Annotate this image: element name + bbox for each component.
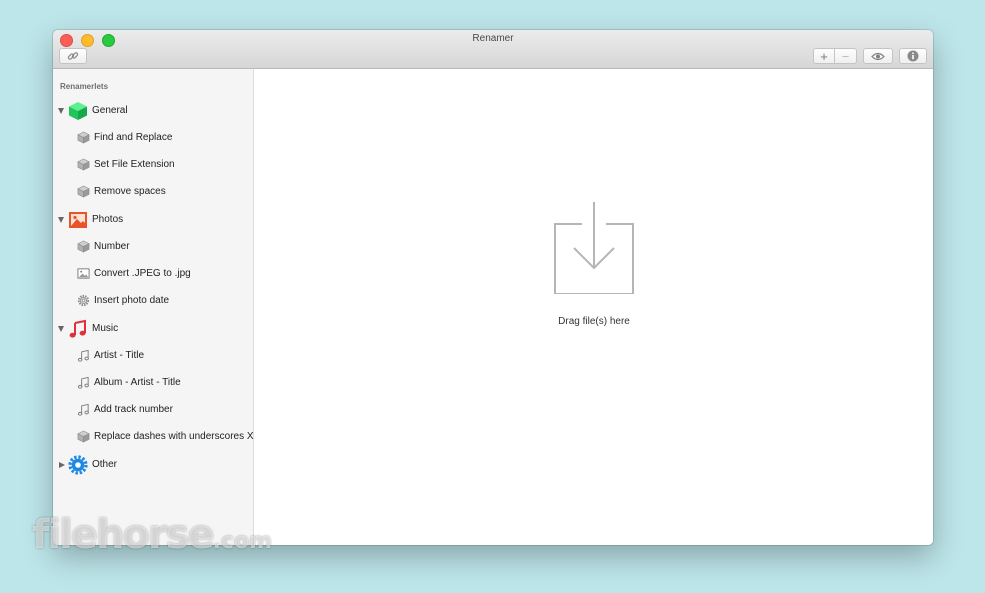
preview-button[interactable] [863, 48, 893, 64]
link-button[interactable] [59, 48, 87, 64]
sidebar-item-label: Insert photo date [94, 295, 170, 306]
disclosure-expanded-icon[interactable] [58, 108, 64, 114]
download-tray-icon [554, 202, 634, 294]
sidebar-item-remove-spaces[interactable]: Remove spaces [53, 181, 253, 203]
image-icon [77, 268, 90, 279]
sidebar-item-label: Number [94, 241, 130, 252]
sidebar-item-replace-dashes[interactable]: Replace dashes with underscores X [53, 426, 254, 448]
disclosure-expanded-icon[interactable] [58, 217, 64, 223]
sidebar-group-other[interactable]: Other [53, 454, 253, 476]
sidebar-item-label: Remove spaces [94, 186, 166, 197]
info-button[interactable] [899, 48, 927, 64]
sidebar-item-album-artist-title[interactable]: Album - Artist - Title [53, 372, 253, 394]
music-note-icon [77, 349, 89, 362]
music-note-icon [69, 319, 86, 338]
gear-icon [77, 294, 90, 307]
sidebar: Renamerlets General Find and Replace Set… [53, 69, 254, 545]
title-bar: Renamer + − [53, 30, 933, 69]
watermark-text: filehorse [32, 512, 215, 558]
disclosure-collapsed-icon[interactable] [59, 462, 65, 468]
sidebar-item-label: Find and Replace [94, 132, 173, 143]
sidebar-group-label: Music [92, 323, 119, 334]
sidebar-item-label: Add track number [94, 404, 173, 415]
sidebar-item-label: Album - Artist - Title [94, 377, 181, 388]
disclosure-expanded-icon[interactable] [58, 326, 64, 332]
sidebar-group-label: Other [92, 459, 118, 470]
blue-gear-icon [68, 455, 88, 475]
cube-icon [77, 131, 90, 144]
sidebar-item-set-file-extension[interactable]: Set File Extension [53, 154, 253, 176]
remove-button[interactable]: − [835, 48, 857, 64]
sidebar-item-label: Set File Extension [94, 159, 175, 170]
link-icon [67, 52, 79, 60]
cube-icon [77, 185, 90, 198]
eye-icon [871, 52, 885, 60]
watermark-logo: filehorse.com [32, 512, 272, 558]
add-button[interactable]: + [813, 48, 835, 64]
sidebar-item-label: Convert .JPEG to .jpg [94, 268, 191, 279]
sidebar-item-insert-photo-date[interactable]: Insert photo date [53, 290, 253, 312]
cube-icon [77, 430, 90, 443]
sidebar-group-music[interactable]: Music [53, 318, 253, 340]
sidebar-item-convert-jpeg[interactable]: Convert .JPEG to .jpg [53, 263, 253, 285]
cube-icon [77, 240, 90, 253]
sidebar-item-artist-title[interactable]: Artist - Title [53, 345, 253, 367]
sidebar-group-label: General [92, 105, 128, 116]
drop-area[interactable]: Drag file(s) here [254, 69, 933, 545]
sidebar-group-label: Photos [92, 214, 124, 225]
cube-icon [77, 158, 90, 171]
photo-icon [69, 212, 87, 228]
drop-hint-label: Drag file(s) here [558, 316, 630, 327]
sidebar-group-general[interactable]: General [53, 100, 253, 122]
sidebar-section-label: Renamerlets [60, 82, 109, 91]
info-icon [907, 50, 919, 62]
watermark-suffix: .com [212, 529, 273, 554]
sidebar-item-add-track-number[interactable]: Add track number [53, 399, 253, 421]
sidebar-group-photos[interactable]: Photos [53, 209, 253, 231]
green-cube-icon [69, 102, 87, 120]
sidebar-item-label: Artist - Title [94, 350, 145, 361]
sidebar-item-label: Replace dashes with underscores X [94, 431, 254, 442]
music-note-icon [77, 403, 89, 416]
app-window: Renamer + − Renamerlets General Find and… [53, 30, 933, 545]
sidebar-item-find-and-replace[interactable]: Find and Replace [53, 127, 253, 149]
window-title: Renamer [472, 33, 514, 44]
music-note-icon [77, 376, 89, 389]
add-remove-segment: + − [813, 48, 857, 64]
sidebar-item-number[interactable]: Number [53, 236, 253, 258]
